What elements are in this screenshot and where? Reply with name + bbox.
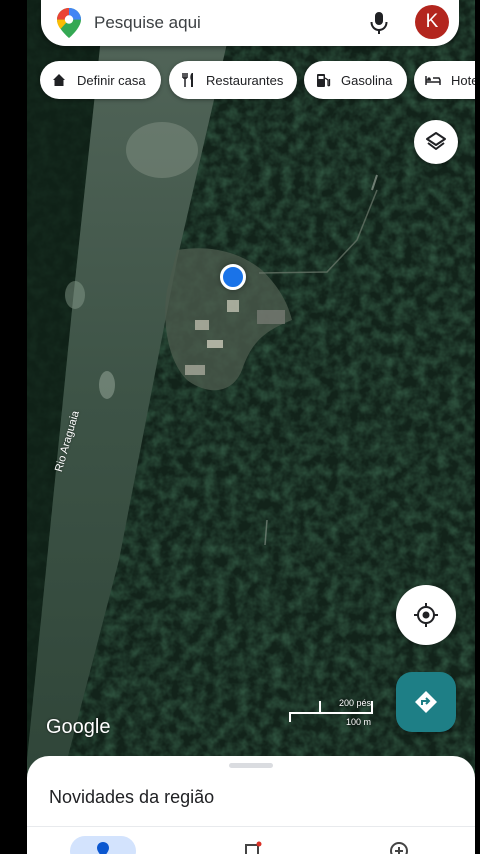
chip-label: Restaurantes [206, 72, 284, 88]
scale-feet: 200 pés [338, 698, 371, 708]
phone-screen: Rio Araguaia Pesquise aqui K Definir cas… [27, 0, 475, 854]
layers-button[interactable] [414, 120, 458, 164]
sheet-title: Novidades da região [49, 787, 215, 807]
microphone-icon[interactable] [368, 11, 390, 35]
scale-meters: 100 m [345, 717, 371, 727]
chip-label: Definir casa [77, 72, 146, 88]
restaurant-icon [182, 73, 193, 87]
explore-pin-icon [97, 842, 109, 854]
chip-hotels[interactable]: Hoteis [414, 61, 475, 99]
chip-label: Gasolina [341, 72, 393, 88]
hotel-icon [425, 76, 441, 85]
chip-home[interactable]: Definir casa [40, 61, 161, 99]
map-scale: 200 pés 100 m [289, 696, 373, 728]
account-avatar[interactable]: K [415, 5, 449, 39]
directions-icon [415, 691, 437, 713]
maps-pin-icon [57, 8, 81, 38]
divider [27, 826, 475, 827]
search-bar[interactable]: Pesquise aqui K [41, 0, 459, 46]
category-chips: Definir casa Restaurantes Gasolina Hotei… [40, 61, 475, 99]
current-location-marker [220, 264, 246, 290]
my-location-button[interactable] [396, 585, 456, 645]
crosshair-icon [414, 603, 438, 627]
layers-icon [426, 132, 446, 150]
saved-icon[interactable] [243, 840, 263, 854]
bottom-sheet[interactable]: Novidades da região [27, 756, 475, 854]
sheet-drag-handle[interactable] [229, 763, 273, 768]
directions-button[interactable] [396, 672, 456, 732]
chip-label: Hoteis [451, 72, 475, 88]
google-logo: Google [46, 716, 111, 738]
chip-gas[interactable]: Gasolina [304, 61, 407, 99]
chip-restaurants[interactable]: Restaurantes [169, 61, 297, 99]
home-icon [53, 74, 65, 86]
gas-station-icon [317, 74, 331, 87]
search-input[interactable]: Pesquise aqui [94, 13, 201, 33]
contribute-icon[interactable] [389, 840, 409, 854]
